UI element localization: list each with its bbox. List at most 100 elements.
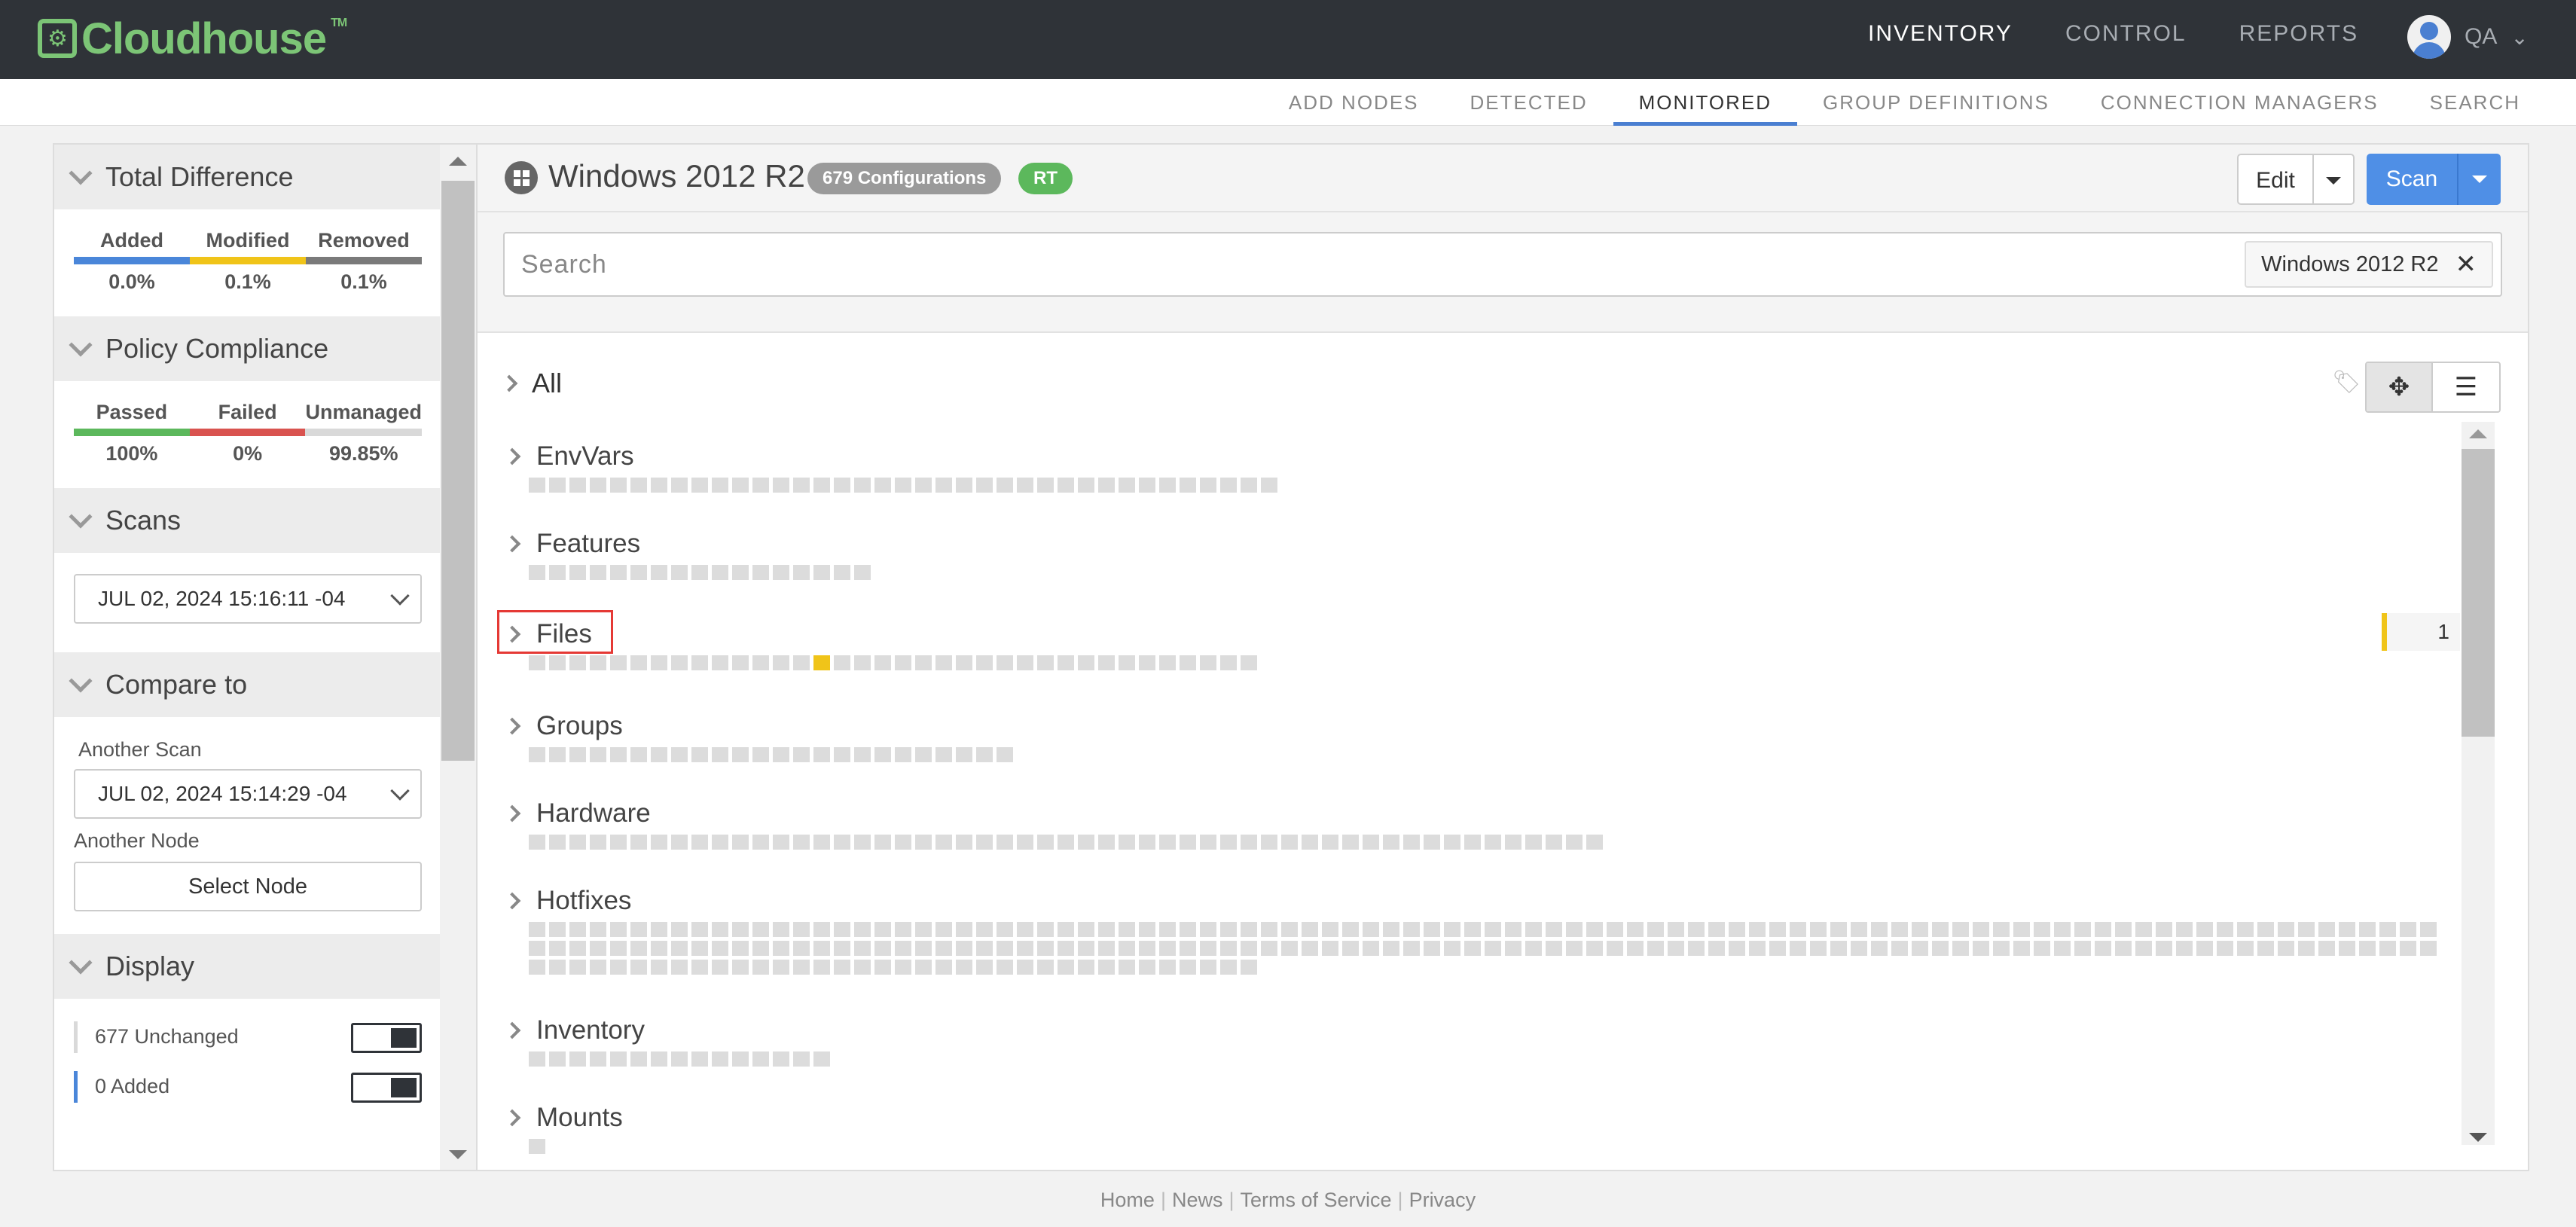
config-cell[interactable] [1037,655,1054,670]
config-cell[interactable] [874,922,891,937]
config-cell[interactable] [1037,835,1054,850]
config-cell[interactable] [997,941,1013,956]
config-cell[interactable] [2379,922,2396,937]
select-node-button[interactable]: Select Node [74,862,422,911]
config-cell[interactable] [1220,922,1237,937]
config-cell[interactable] [1037,960,1054,975]
config-cell[interactable] [1871,941,1888,956]
config-cell[interactable] [1952,922,1969,937]
config-cell[interactable] [1586,922,1603,937]
subnav-monitored[interactable]: MONITORED [1613,79,1798,126]
config-cell[interactable] [1139,960,1155,975]
config-cell[interactable] [2196,941,2213,956]
config-cell[interactable] [1912,941,1928,956]
config-cell[interactable] [2217,941,2233,956]
subnav-search[interactable]: SEARCH [2404,79,2546,126]
config-cell[interactable] [1078,922,1094,937]
config-cell[interactable] [1058,960,1074,975]
config-cell[interactable] [590,565,606,580]
config-cell[interactable] [549,478,566,493]
config-cell[interactable] [956,922,972,937]
config-cell[interactable] [1281,941,1298,956]
config-cell[interactable] [834,922,850,937]
config-cell[interactable] [1159,835,1176,850]
category-row[interactable]: Mounts [503,1101,2442,1134]
config-cell[interactable] [874,835,891,850]
config-cell[interactable] [1424,922,1440,937]
config-cell[interactable] [2054,922,2071,937]
config-cell[interactable] [2095,922,2111,937]
nav-control[interactable]: CONTROL [2065,21,2187,47]
config-cell[interactable] [712,835,728,850]
config-cell[interactable] [590,655,606,670]
config-cell[interactable] [1098,835,1115,850]
config-cell[interactable] [630,565,647,580]
cloudhouse-logo[interactable]: ⚙ Cloudhouse TM [38,14,347,63]
config-cell[interactable] [752,960,769,975]
config-cell[interactable] [2379,941,2396,956]
scan-dropdown-button[interactable] [2458,154,2501,205]
config-cell[interactable] [1078,655,1094,670]
config-cell[interactable] [1769,922,1786,937]
config-cell[interactable] [569,1051,586,1067]
config-cell[interactable] [895,960,911,975]
config-cell[interactable] [1139,835,1155,850]
config-cell[interactable] [997,960,1013,975]
config-cell[interactable] [1403,941,1420,956]
config-cell[interactable] [1200,478,1216,493]
config-cell[interactable] [691,941,708,956]
config-cell[interactable] [712,747,728,762]
config-cell[interactable] [834,941,850,956]
config-cell[interactable] [1973,941,1989,956]
config-cell[interactable] [651,655,667,670]
config-cell[interactable] [1159,941,1176,956]
config-cell[interactable] [2115,922,2132,937]
config-cell[interactable] [1078,478,1094,493]
config-cell[interactable] [854,747,871,762]
config-cell[interactable] [1729,941,1745,956]
config-cell[interactable] [874,478,891,493]
config-cell[interactable] [793,941,810,956]
config-cell[interactable] [2257,941,2274,956]
config-cell[interactable] [874,747,891,762]
sidebar-scrollbar[interactable] [440,145,476,1170]
config-cell[interactable] [752,747,769,762]
config-cell[interactable] [793,1051,810,1067]
config-cell[interactable] [793,655,810,670]
tree-all-row[interactable]: All [500,368,562,399]
config-cell[interactable] [590,478,606,493]
config-cell[interactable] [773,655,789,670]
config-cell[interactable] [712,922,728,937]
config-cell[interactable] [691,747,708,762]
config-cell[interactable] [1322,922,1338,937]
config-cell[interactable] [2237,922,2254,937]
config-cell[interactable] [1058,655,1074,670]
config-cell[interactable] [1342,835,1359,850]
config-cell[interactable] [1403,922,1420,937]
config-cell[interactable] [1688,941,1705,956]
config-cell[interactable] [1017,922,1033,937]
config-cell[interactable] [1668,941,1684,956]
config-cell[interactable] [793,565,810,580]
config-cell[interactable] [2013,941,2030,956]
config-cell[interactable] [976,922,993,937]
config-cell[interactable] [569,565,586,580]
config-cell[interactable] [793,835,810,850]
config-cell[interactable] [1729,922,1745,937]
config-cell[interactable] [569,960,586,975]
config-cell[interactable] [590,960,606,975]
display-header[interactable]: Display [54,934,441,999]
footer-privacy-link[interactable]: Privacy [1409,1189,1476,1211]
config-cell[interactable] [813,478,830,493]
config-cell[interactable] [1180,655,1196,670]
config-cell[interactable] [935,747,952,762]
config-cell[interactable] [1607,922,1623,937]
config-cell[interactable] [1037,922,1054,937]
config-cell[interactable] [935,655,952,670]
config-cell[interactable] [813,565,830,580]
config-cell[interactable] [549,835,566,850]
config-cell[interactable] [813,960,830,975]
config-cell[interactable] [935,922,952,937]
config-cell[interactable] [2339,922,2355,937]
config-cell[interactable] [712,655,728,670]
